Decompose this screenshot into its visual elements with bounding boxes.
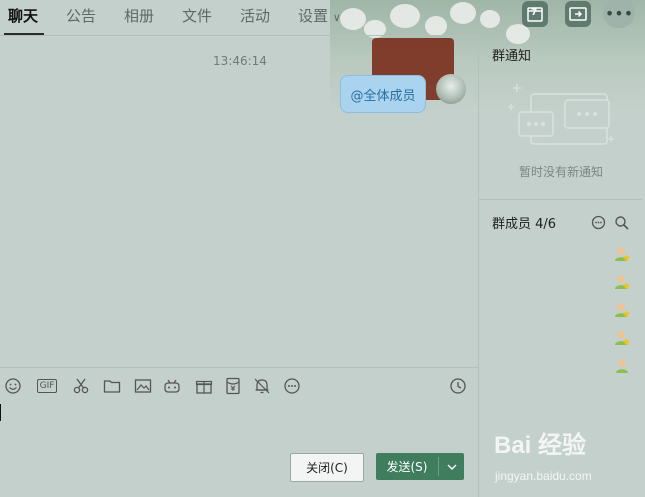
scissors-icon[interactable]: [72, 377, 90, 395]
member-avatar-icon[interactable]: [614, 302, 630, 318]
calendar-button[interactable]: 7: [522, 1, 548, 27]
member-avatar-icon[interactable]: [614, 330, 630, 346]
tab-files[interactable]: 文件: [182, 0, 212, 34]
tab-settings[interactable]: 设置 ∨: [298, 0, 341, 34]
send-button[interactable]: 发送(S): [376, 453, 464, 480]
empty-notice-text: 暂时没有新通知: [518, 165, 603, 179]
folder-icon[interactable]: [103, 377, 121, 395]
message-input-caret[interactable]: [0, 404, 1, 421]
more-icon[interactable]: [283, 377, 301, 395]
group-members-title: 群成员 4/6: [492, 217, 557, 232]
chevron-down-icon: [447, 464, 456, 470]
panel-divider: [478, 36, 479, 497]
member-avatar-icon[interactable]: [614, 358, 630, 374]
sender-avatar[interactable]: [436, 74, 466, 104]
message-timestamp: 13:46:14: [213, 54, 267, 68]
emoji-icon[interactable]: [4, 377, 22, 395]
member-avatar-icon[interactable]: [614, 246, 630, 262]
close-button[interactable]: 关闭(C): [290, 453, 364, 482]
gif-icon: GIF: [36, 379, 58, 393]
watermark-url: jingyan.baidu.com: [495, 469, 592, 483]
image-icon[interactable]: [134, 377, 152, 395]
group-notice-title: 群通知: [492, 49, 532, 64]
send-button-label: 发送(S): [386, 460, 428, 474]
member-avatar-icon[interactable]: [614, 274, 630, 290]
bell-icon[interactable]: [253, 377, 271, 395]
history-clock-icon[interactable]: [449, 377, 467, 395]
tab-divider: [0, 35, 478, 36]
tab-chat[interactable]: 聊天: [8, 0, 38, 34]
calendar-day: 7: [531, 8, 538, 18]
message-bubble[interactable]: @全体成员: [340, 75, 426, 113]
tab-album[interactable]: 相册: [124, 0, 154, 34]
composer-separator: [0, 367, 478, 368]
more-options-button[interactable]: •••: [603, 0, 635, 28]
baidu-logo: Bai 经验: [494, 432, 587, 459]
baidu-watermark: Bai 经验 jingyan.baidu.com: [492, 425, 642, 495]
red-packet-icon[interactable]: [224, 377, 242, 395]
search-icon[interactable]: [614, 215, 630, 231]
gift-icon[interactable]: [195, 377, 213, 395]
panel-separator: [479, 199, 642, 200]
share-screen-button[interactable]: [565, 1, 591, 27]
more-icon: •••: [604, 3, 634, 23]
send-options-dropdown[interactable]: [439, 453, 464, 480]
screen-share-icon: [569, 7, 587, 21]
gamepad-icon[interactable]: [163, 377, 181, 395]
member-chat-icon[interactable]: [591, 215, 607, 231]
empty-notice-illustration-icon: [508, 84, 614, 145]
chevron-down-icon: ∨: [332, 11, 341, 24]
tab-settings-label: 设置: [298, 7, 329, 25]
tab-announcements[interactable]: 公告: [66, 0, 96, 34]
tab-activities[interactable]: 活动: [240, 0, 270, 34]
gif-button[interactable]: GIF: [35, 377, 59, 395]
